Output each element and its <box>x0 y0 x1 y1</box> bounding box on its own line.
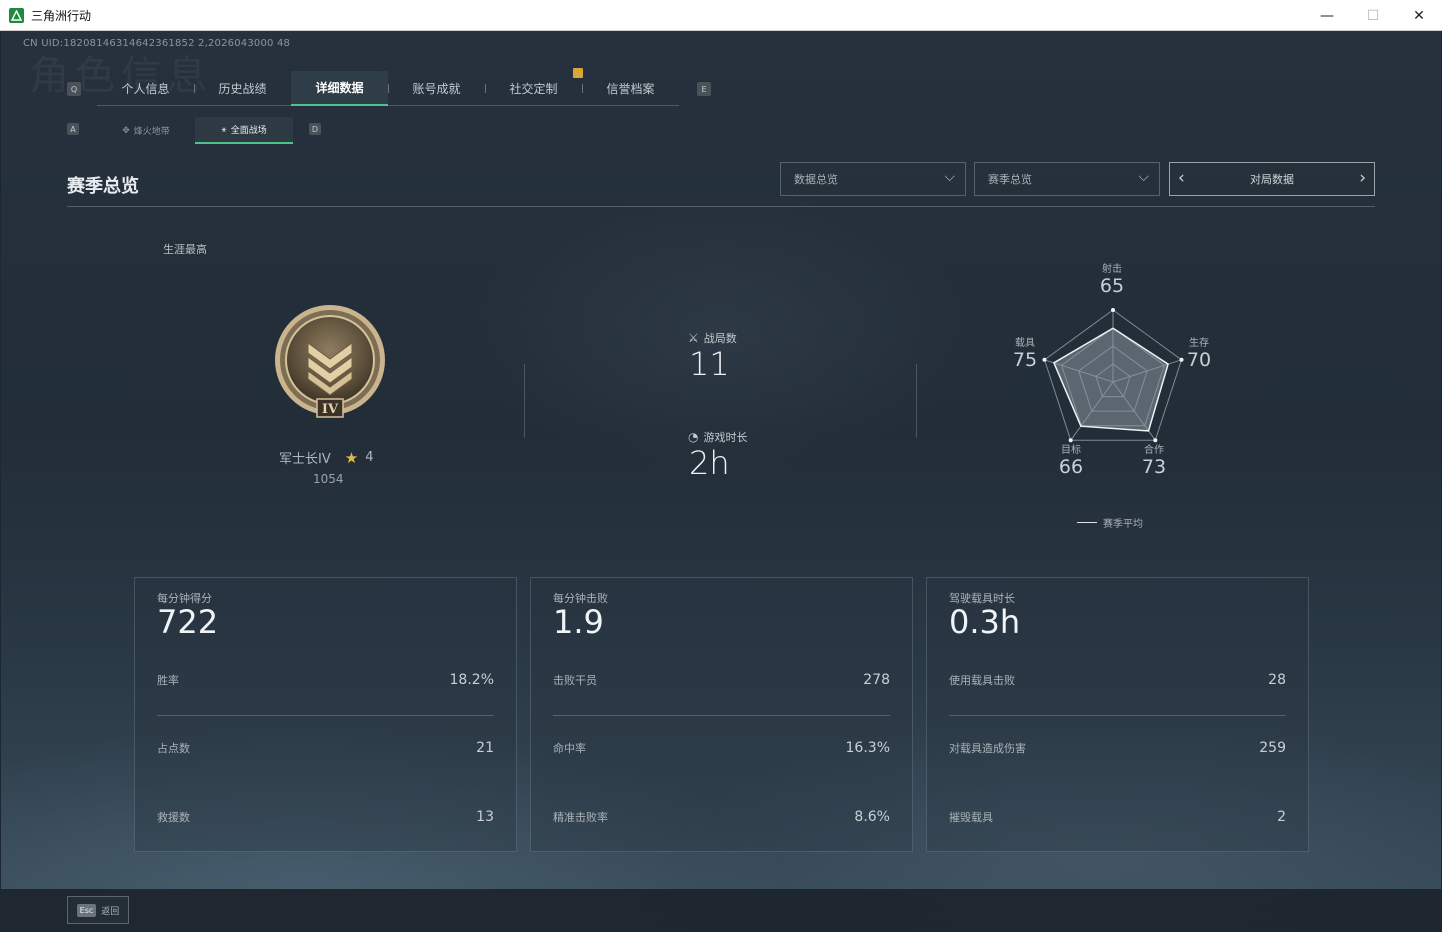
subtab-label: 烽火地带 <box>133 127 170 137</box>
stat-row: 精准击败率 8.6% <box>553 809 890 825</box>
app-logo-icon <box>9 7 24 23</box>
stat-row: 击败干员 278 <box>553 672 890 688</box>
radar-legend: 赛季平均 <box>1077 515 1143 530</box>
match-data-pager: ‹ 对局数据 › <box>1169 162 1375 196</box>
dropdown-value: 赛季总览 <box>988 173 1032 186</box>
stat-row: 占点数 21 <box>157 740 494 756</box>
legend-line <box>1077 522 1097 523</box>
window-title: 三角洲行动 <box>31 8 92 23</box>
arrows-icon: ⚹ <box>221 124 227 135</box>
playtime-value: 2h <box>689 444 730 482</box>
matches-label: ⚔ 战局数 <box>688 330 737 346</box>
footer-bar <box>1 889 1441 931</box>
subtab-hazard-zone[interactable]: ✥ 烽火地带 <box>97 117 195 144</box>
divider <box>553 715 890 716</box>
divider <box>916 364 917 438</box>
divider <box>157 715 494 716</box>
rank-star-count: 4 <box>365 450 374 465</box>
season-dropdown[interactable]: 赛季总览 ⌵ <box>974 162 1160 196</box>
section-title: 赛季总览 <box>67 176 139 197</box>
stat-row: 使用载具击败 28 <box>949 672 1286 688</box>
main-tabs: 个人信息 历史战绩 详细数据 账号成就 社交定制 信誉档案 <box>97 71 679 106</box>
divider <box>949 715 1286 716</box>
rank-score: 1054 <box>313 472 344 486</box>
stopwatch-icon: ◔ <box>688 430 699 444</box>
rank-name: 军士长IV <box>279 452 331 467</box>
tab-social-custom[interactable]: 社交定制 <box>485 71 582 106</box>
star-icon: ★ <box>344 448 359 467</box>
mode-subtabs: ✥ 烽火地带 ⚹ 全面战场 <box>97 117 293 144</box>
crossed-swords-icon: ⚔ <box>688 331 699 345</box>
player-uid: CN UID:18208146314642361852 2,2026043000… <box>23 38 291 49</box>
crosshair-icon: ✥ <box>122 125 130 136</box>
chevron-down-icon: ⌵ <box>1138 169 1149 185</box>
rank-title: 军士长IV ★ 4 <box>279 448 374 468</box>
tab-personal-info[interactable]: 个人信息 <box>97 71 194 106</box>
stat-card-kills: 每分钟击败 1.9 击败干员 278 命中率 16.3% 精准击败率 8.6% <box>530 577 913 852</box>
card-value: 1.9 <box>553 603 604 641</box>
maximize-button[interactable]: ☐ <box>1350 0 1396 31</box>
data-overview-dropdown[interactable]: 数据总览 ⌵ <box>780 162 966 196</box>
divider <box>524 364 525 438</box>
radar-label-survival: 生存 70 <box>1186 338 1212 371</box>
tab-match-history[interactable]: 历史战绩 <box>194 71 291 106</box>
chevron-down-icon: ⌵ <box>944 169 955 185</box>
subtab-label: 全面战场 <box>230 126 267 136</box>
chevron-left-icon[interactable]: ‹ <box>1178 168 1185 188</box>
back-button[interactable]: Esc 返回 <box>67 896 129 924</box>
stat-card-vehicle: 驾驶载具时长 0.3h 使用载具击败 28 对载具造成伤害 259 摧毁载具 2 <box>926 577 1309 852</box>
legend-label: 赛季平均 <box>1103 519 1143 530</box>
stat-row: 命中率 16.3% <box>553 740 890 756</box>
career-best-label: 生涯最高 <box>163 243 207 256</box>
esc-key-hint: Esc <box>76 903 97 917</box>
tab-achievements[interactable]: 账号成就 <box>388 71 485 106</box>
radar-label-vehicle: 载具 75 <box>1012 338 1038 371</box>
section-divider <box>67 206 1375 207</box>
chevron-right-icon[interactable]: › <box>1359 168 1366 188</box>
subtab-next-key-hint[interactable]: D <box>309 123 321 135</box>
tab-next-key-hint[interactable]: E <box>697 82 711 96</box>
radar-axis-dot <box>1111 308 1115 312</box>
minimize-button[interactable]: — <box>1304 0 1350 31</box>
stat-row: 对载具造成伤害 259 <box>949 740 1286 756</box>
matches-value: 11 <box>689 345 730 383</box>
playtime-label: ◔ 游戏时长 <box>688 429 747 445</box>
dropdown-value: 数据总览 <box>794 173 838 186</box>
rank-medal-icon: IV <box>275 305 385 418</box>
tab-credit-record[interactable]: 信誉档案 <box>582 71 679 106</box>
subtab-full-battlefield[interactable]: ⚹ 全面战场 <box>195 117 293 144</box>
tab-detailed-data[interactable]: 详细数据 <box>291 71 388 106</box>
game-viewport: 角色信息 CN UID:18208146314642361852 2,20260… <box>1 31 1441 931</box>
matches-label-text: 战局数 <box>703 332 737 345</box>
radar-label-objective: 目标 66 <box>1058 445 1084 478</box>
playtime-label-text: 游戏时长 <box>703 431 748 444</box>
stat-row: 胜率 18.2% <box>157 672 494 688</box>
card-value: 0.3h <box>949 603 1021 641</box>
stat-row: 救援数 13 <box>157 809 494 825</box>
radar-season-avg <box>1052 327 1169 432</box>
back-label: 返回 <box>101 906 120 917</box>
medal-numeral: IV <box>322 402 339 417</box>
notification-badge <box>573 68 583 78</box>
subtab-prev-key-hint[interactable]: A <box>67 123 79 135</box>
close-button[interactable]: ✕ <box>1396 0 1442 31</box>
radar-label-shooting: 射击 65 <box>1099 264 1125 297</box>
stat-card-score: 每分钟得分 722 胜率 18.2% 占点数 21 救援数 13 <box>134 577 517 852</box>
pager-label: 对局数据 <box>1250 173 1294 186</box>
window-titlebar: 三角洲行动 — ☐ ✕ <box>0 0 1442 31</box>
stat-row: 摧毁载具 2 <box>949 809 1286 825</box>
tab-prev-key-hint[interactable]: Q <box>67 82 81 96</box>
card-value: 722 <box>157 603 219 641</box>
radar-label-cooperation: 合作 73 <box>1141 445 1167 478</box>
